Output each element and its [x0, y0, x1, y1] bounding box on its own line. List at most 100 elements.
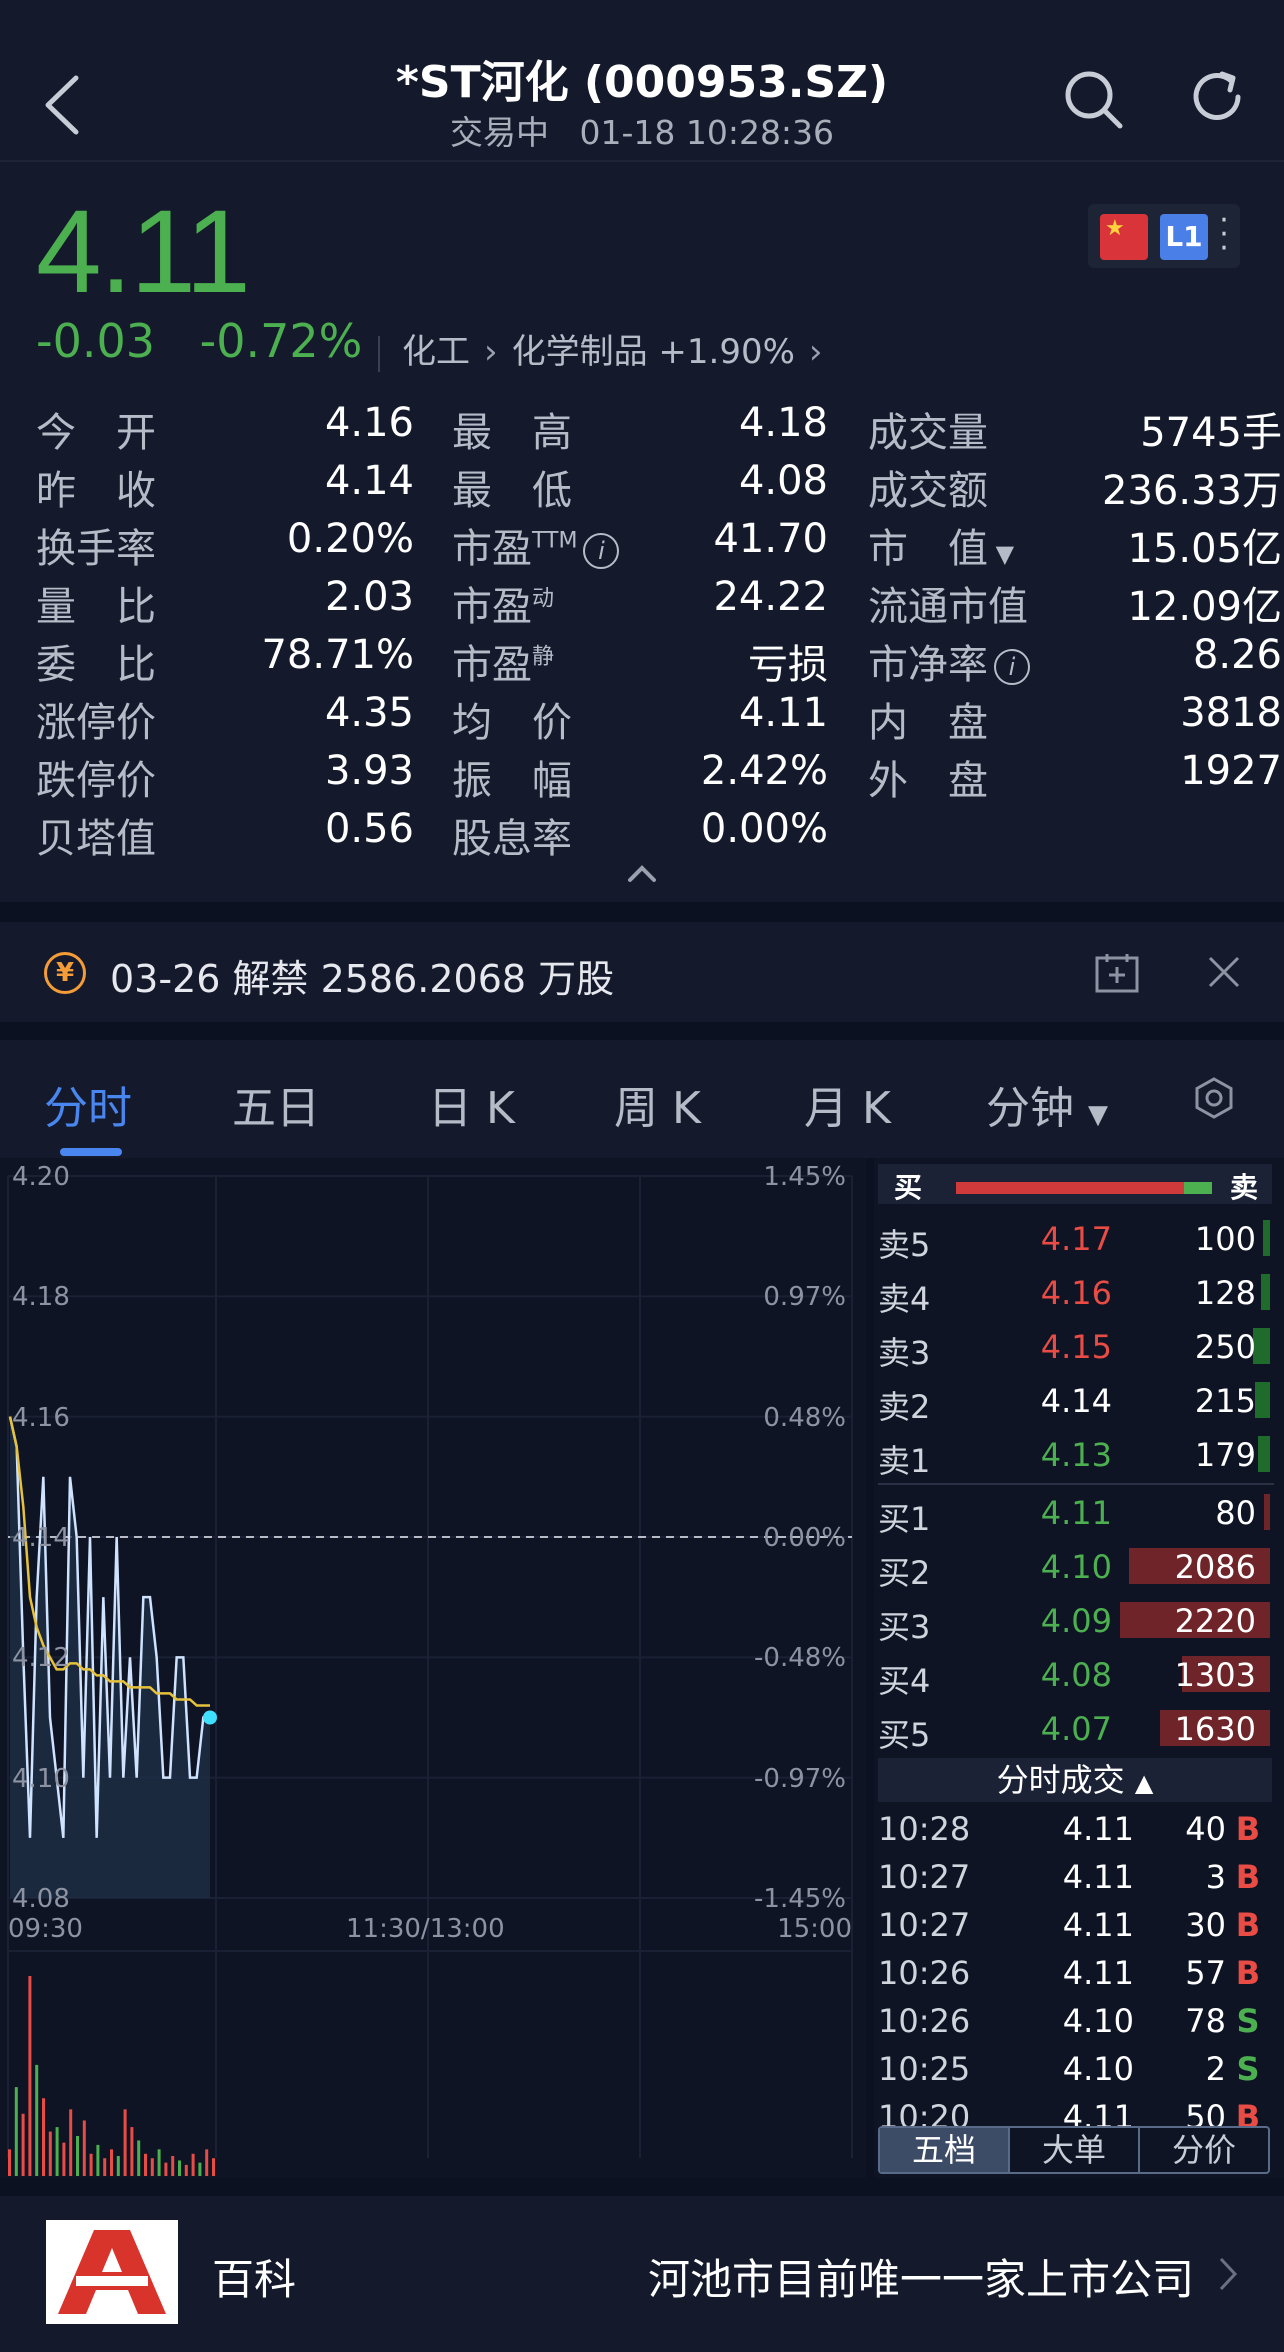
ask-row[interactable]: 卖4 4.16 128: [874, 1266, 1284, 1320]
bid-row[interactable]: 买3 4.09 2220: [874, 1594, 1284, 1648]
stats-row: 贝塔值 0.56 股息率 0.00%: [36, 806, 1248, 864]
stat-value: 24.22: [713, 574, 828, 620]
more-vertical-icon[interactable]: · · ·: [1218, 206, 1230, 264]
y-axis-label: 4.20: [12, 1162, 70, 1192]
bid-row[interactable]: 买4 4.08 1303: [874, 1648, 1284, 1702]
stat-label-text: 流通市值: [868, 584, 1028, 630]
stat-label-text: 贝塔值: [36, 816, 156, 862]
yen-icon: ¥: [44, 952, 86, 994]
settings-hexagon-icon[interactable]: [1192, 1076, 1236, 1120]
tick-time: 10:20: [878, 2098, 971, 2126]
ask-row[interactable]: 卖3 4.15 250: [874, 1320, 1284, 1374]
stat-label: 市盈静: [452, 632, 554, 690]
stats-row: 量 比 2.03 市盈动 24.22 流通市值 12.09亿: [36, 574, 1282, 632]
dropdown-caret-icon[interactable]: ▼: [988, 540, 1014, 568]
seg-large-orders[interactable]: 大单: [1010, 2128, 1140, 2172]
sector-link[interactable]: 化学制品 +1.90%: [512, 332, 795, 372]
volume-bar: [205, 2149, 209, 2176]
tab-intraday[interactable]: 分时: [44, 1072, 132, 1136]
order-book: 买 卖 卖5 4.17 100 卖4 4.16 128 卖3 4.15 250 卖2 4.14 215…: [874, 1158, 1284, 2178]
ticks-list[interactable]: 10:28 4.11 40 B 10:27 4.11 3 B 10:27 4.11 30 B 10:26…: [874, 1806, 1284, 2126]
tick-price: 4.10: [1062, 2002, 1134, 2040]
volume-bar: [42, 2098, 45, 2176]
sector-breadcrumb[interactable]: 化工 › 化学制品 +1.90% ›: [378, 324, 837, 373]
tick-time: 10:28: [878, 1810, 971, 1848]
stat-label-text: 量 比: [36, 584, 156, 630]
stat-label-text: 委 比: [36, 642, 156, 688]
tick-row: 10:25 4.10 2 S: [874, 2046, 1284, 2094]
stats-row: 换手率 0.20% 市盈TTM i 41.70 市 值 ▼ 15.05亿: [36, 516, 1282, 574]
stats-row: 跌停价 3.93 振 幅 2.42% 外 盘 1927: [36, 748, 1282, 806]
stat-value: 4.11: [738, 690, 828, 736]
tick-vol: 2: [1205, 2050, 1226, 2088]
volume-bar: [1264, 1494, 1270, 1530]
seg-five-levels[interactable]: 五档: [880, 2128, 1010, 2172]
stat-value: 0.00%: [700, 806, 828, 852]
pct-axis-label: 1.45%: [763, 1162, 846, 1192]
level-price: 4.10: [1040, 1548, 1112, 1586]
seg-price-volume[interactable]: 分价: [1140, 2128, 1268, 2172]
ticks-header[interactable]: 分时成交 ▲: [878, 1758, 1272, 1802]
tab-monthly-k[interactable]: 月 K: [804, 1072, 891, 1136]
tick-vol: 30: [1185, 1906, 1226, 1944]
volume-bar: [55, 2127, 59, 2176]
quote-panel: 4.11 ★ L1 · · · -0.03 -0.72% 化工 › 化学制品 +1.90…: [0, 162, 1284, 902]
market-badges[interactable]: ★ L1 · · ·: [1088, 204, 1240, 268]
y-axis-label: 4.18: [12, 1282, 70, 1313]
close-icon[interactable]: [1204, 952, 1244, 992]
stat-label: 成交额: [868, 458, 988, 516]
tick-price: 4.11: [1062, 2098, 1134, 2126]
volume-bar: [35, 2064, 39, 2176]
tab-daily-k[interactable]: 日 K: [428, 1072, 515, 1136]
bid-row[interactable]: 买2 4.10 2086: [874, 1540, 1284, 1594]
level-price: 4.16: [1040, 1274, 1112, 1312]
tick-side: B: [1235, 2098, 1261, 2126]
volume-bar: [103, 2158, 107, 2176]
volume-bar: [76, 2136, 79, 2176]
calendar-add-icon[interactable]: [1094, 952, 1140, 994]
stat-label: 内 盘: [868, 690, 988, 748]
tick-side: B: [1235, 1810, 1261, 1848]
unlock-notice[interactable]: ¥ 03-26 解禁 2586.2068 万股: [0, 922, 1284, 1022]
tab-weekly-k[interactable]: 周 K: [614, 1072, 701, 1136]
wiki-bar[interactable]: 百科 河池市目前唯一一家上市公司: [0, 2196, 1284, 2352]
stat-value: 236.33万: [1102, 468, 1282, 514]
stat-value: 3.93: [324, 748, 414, 794]
tick-vol: 57: [1185, 1954, 1226, 1992]
stats-grid: 今 开 4.16 最 高 4.18 成交量 5745手昨 收 4.14 最 低 4.08 成交额 2…: [36, 400, 1282, 864]
stat-value: 41.70: [713, 516, 828, 562]
info-icon[interactable]: i: [994, 649, 1030, 685]
volume-bar: [96, 2144, 100, 2176]
tab-five-day[interactable]: 五日: [232, 1072, 320, 1136]
collapse-chevron-icon[interactable]: [624, 862, 660, 886]
tick-time: 10:26: [878, 2002, 971, 2040]
stat-value: 4.35: [324, 690, 414, 736]
stat-value: 4.18: [738, 400, 828, 446]
tick-side: S: [1236, 2050, 1260, 2088]
stat-label-text: 涨停价: [36, 700, 156, 746]
stat-label-text: 均 价: [452, 700, 572, 746]
stat-label: 成交量: [868, 400, 988, 458]
level-label: 卖4: [878, 1280, 931, 1318]
search-icon[interactable]: [1062, 68, 1124, 130]
y-axis-label: 4.10: [12, 1763, 70, 1794]
tab-minute[interactable]: 分钟 ▼: [986, 1072, 1108, 1136]
volume-bar: [48, 2131, 52, 2176]
refresh-icon[interactable]: [1186, 66, 1248, 128]
tick-time: 10:27: [878, 1906, 971, 1944]
stat-value: 亏损: [748, 642, 828, 688]
stat-value: 4.16: [324, 400, 414, 446]
volume-bar: [69, 2109, 73, 2176]
intraday-chart[interactable]: 4.20 1.45% 4.18 0.97% 4.16 0.48% 4.14 0.00% 4.12…: [0, 1158, 866, 2178]
x-axis-label: 11:30/13:00: [346, 1914, 505, 1944]
y-axis-label: 4.08: [12, 1884, 70, 1914]
last-price: 4.11: [36, 186, 251, 318]
tick-price: 4.11: [1062, 1858, 1134, 1896]
bid-row[interactable]: 买5 4.07 1630: [874, 1702, 1284, 1756]
bid-row[interactable]: 买1 4.11 80: [874, 1486, 1284, 1540]
stat-value: 0.20%: [286, 516, 414, 562]
ask-row[interactable]: 卖5 4.17 100: [874, 1212, 1284, 1266]
ask-row[interactable]: 卖1 4.13 179: [874, 1428, 1284, 1482]
industry-link[interactable]: 化工: [402, 332, 470, 372]
ask-row[interactable]: 卖2 4.14 215: [874, 1374, 1284, 1428]
